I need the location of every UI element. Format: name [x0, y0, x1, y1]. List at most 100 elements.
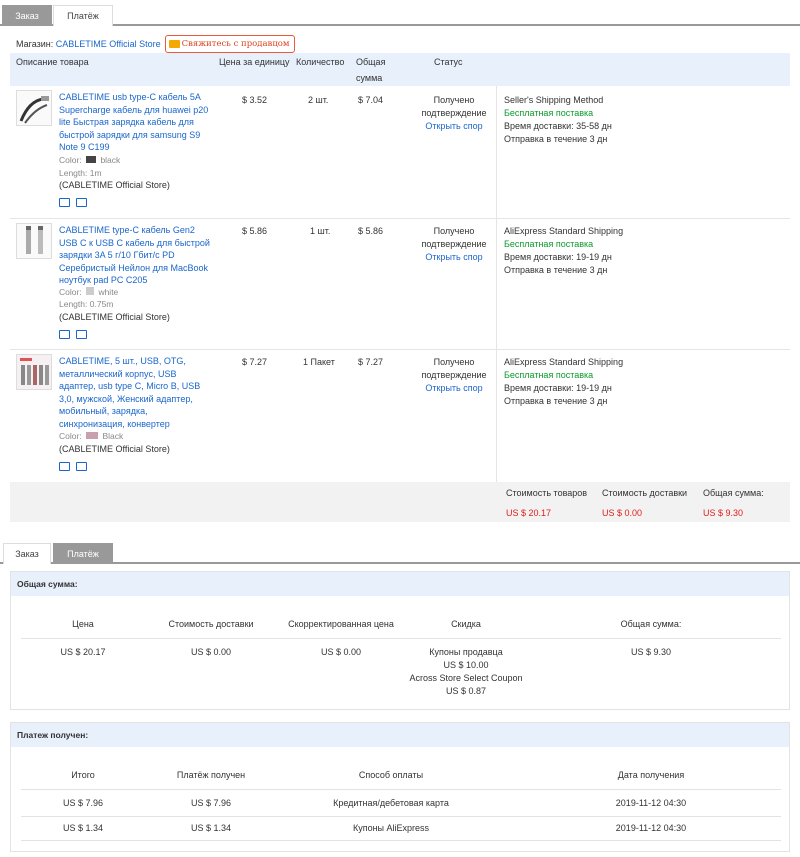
delivery-time: Время доставки: 19-19 дн — [504, 383, 612, 393]
header-total-1: Общая — [356, 57, 386, 67]
header-total: Общая сумма: — [620, 619, 682, 629]
delivery-time: Время доставки: 19-19 дн — [504, 252, 612, 262]
item-status: Получено подтверждение Открыть спор — [416, 356, 492, 395]
header-unit-price: Цена за единицу — [219, 57, 290, 67]
color-value: Black — [102, 431, 124, 441]
tab-payment[interactable]: Платёж — [53, 5, 113, 26]
product-name-link[interactable]: CABLETIME, 5 шт., USB, OTG, металлически… — [59, 355, 217, 430]
order-total-value: US $ 9.30 — [703, 508, 744, 518]
product-name-line: Note 9 C199 — [59, 142, 110, 152]
product-name-line: синхронизация, конвертер — [59, 418, 170, 429]
header-adjusted-price: Скорректированная цена — [288, 619, 394, 629]
payment-method: Кредитная/дебетовая карта — [333, 798, 449, 808]
product-image[interactable] — [16, 354, 52, 390]
payment-method: Купоны AliExpress — [352, 823, 430, 833]
product-store: (CABLETIME Official Store) — [59, 312, 170, 322]
quantity: 2 шт. — [308, 95, 329, 105]
value-adjusted-price: US $ 0.00 — [320, 647, 362, 657]
value-total: US $ 9.30 — [630, 647, 672, 657]
message-icon[interactable] — [76, 198, 87, 207]
column-divider — [496, 86, 497, 218]
snapshot-icon[interactable] — [59, 330, 70, 339]
line-total: $ 7.27 — [358, 357, 384, 367]
product-image[interactable] — [16, 90, 52, 126]
discount-line: Купоны продавца — [429, 647, 503, 657]
color-label: Color: — [59, 287, 82, 297]
status-line: Получено — [433, 226, 475, 236]
message-icon[interactable] — [76, 330, 87, 339]
dispatch-time: Отправка в течение 3 дн — [504, 396, 608, 406]
top-tab-bar: Заказ Платёж — [0, 2, 800, 26]
product-name-link[interactable]: CABLETIME usb type-C кабель 5A Superchar… — [59, 91, 217, 154]
product-color: Color: black — [59, 154, 120, 166]
product-store: (CABLETIME Official Store) — [59, 444, 170, 454]
color-swatch-icon — [86, 287, 95, 295]
tab-payment[interactable]: Платёж — [53, 543, 113, 564]
open-dispute-link[interactable]: Открыть спор — [416, 382, 492, 395]
item-status: Получено подтверждение Открыть спор — [416, 94, 492, 133]
message-icon[interactable] — [76, 462, 87, 471]
shipping-method: AliExpress Standard Shipping — [504, 226, 624, 236]
shipping-cost-value: US $ 0.00 — [602, 508, 643, 518]
payment-panel: Платеж получен: Итого Платёж получен Спо… — [10, 722, 790, 852]
snapshot-icon[interactable] — [59, 198, 70, 207]
header-description: Описание товара — [16, 57, 89, 67]
divider — [21, 816, 781, 817]
status-line: Получено — [433, 95, 475, 105]
product-name-link[interactable]: CABLETIME type-C кабель Gen2 USB C к USB… — [59, 224, 217, 287]
product-name-line: ноутбук pad PC C205 — [59, 275, 148, 285]
product-image[interactable] — [16, 223, 52, 259]
product-name-line: адаптер, usb type C, Micro B, USB — [59, 381, 201, 391]
free-shipping: Бесплатная поставка — [504, 239, 594, 249]
value-shipping: US $ 0.00 — [190, 647, 232, 657]
payment-date: 2019-11-12 04:30 — [615, 798, 687, 808]
tab-order[interactable]: Заказ — [2, 5, 52, 26]
header-discount: Скидка — [451, 619, 481, 629]
open-dispute-link[interactable]: Открыть спор — [416, 120, 492, 133]
goods-cost-label: Стоимость товаров — [506, 488, 588, 498]
store-line: Магазин: CABLETIME Official Store Свяжит… — [16, 35, 295, 53]
header-payment-received: Платёж получен — [176, 770, 246, 780]
header-quantity: Количество — [296, 57, 345, 67]
value-price: US $ 20.17 — [60, 647, 106, 657]
payment-panel-title: Платеж получен: — [11, 723, 789, 747]
value-discount: Купоны продавца US $ 10.00 Across Store … — [391, 646, 541, 698]
status-line: Получено — [433, 357, 475, 367]
shipping-info: Seller's Shipping Method Бесплатная пост… — [504, 94, 612, 146]
product-name-line: зарядки 3A 5 г/10 Гбит/с PD — [59, 250, 175, 260]
delivery-time: Время доставки: 35-58 дн — [504, 121, 612, 131]
contact-seller-button[interactable]: Свяжитесь с продавцом — [164, 35, 295, 53]
product-name-line: lite Быстрая зарядка кабель для — [59, 117, 194, 127]
shipping-info: AliExpress Standard Shipping Бесплатная … — [504, 356, 623, 408]
product-length: Length: 0.75m — [59, 298, 113, 310]
column-divider — [496, 350, 497, 482]
product-color: Color: Black — [59, 430, 123, 442]
tab-order[interactable]: Заказ — [3, 543, 51, 564]
payment-total: US $ 7.96 — [62, 798, 104, 808]
open-dispute-link[interactable]: Открыть спор — [416, 251, 492, 264]
unit-price: $ 5.86 — [242, 226, 268, 236]
mail-icon — [168, 40, 180, 48]
bottom-tab-bar: Заказ Платёж — [0, 540, 800, 564]
status-line: подтверждение — [421, 239, 487, 249]
header-payment-date: Дата получения — [617, 770, 685, 780]
payment-received: US $ 7.96 — [190, 798, 232, 808]
length-value: 0.75m — [89, 299, 114, 309]
payment-total: US $ 1.34 — [62, 823, 104, 833]
product-color: Color: white — [59, 286, 118, 298]
header-total-2: сумма — [356, 73, 383, 83]
unit-price: $ 3.52 — [242, 95, 268, 105]
line-total: $ 5.86 — [358, 226, 384, 236]
snapshot-icon[interactable] — [59, 462, 70, 471]
header-payment-total: Итого — [71, 770, 95, 780]
product-name-line: Supercharge кабель для huawei p20 — [59, 104, 209, 115]
order-summary: Стоимость товаров US $ 20.17 Стоимость д… — [10, 482, 790, 522]
status-line: подтверждение — [421, 108, 487, 118]
store-link[interactable]: CABLETIME Official Store — [56, 39, 161, 49]
column-divider — [496, 219, 497, 349]
color-value: black — [100, 155, 121, 165]
payment-received: US $ 1.34 — [190, 823, 232, 833]
order-total-label: Общая сумма: — [703, 488, 764, 498]
total-panel: Общая сумма: Цена Стоимость доставки Ско… — [10, 571, 790, 710]
product-name-line: металлический корпус, USB — [59, 368, 177, 379]
